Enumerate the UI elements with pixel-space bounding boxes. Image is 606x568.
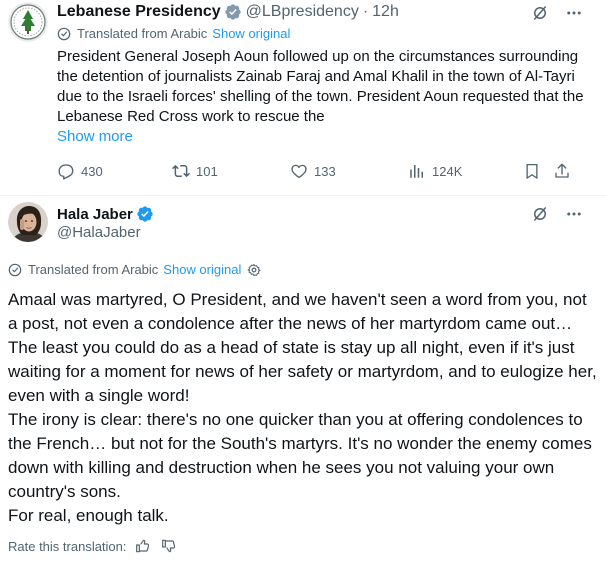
thumbs-down-icon[interactable] xyxy=(161,538,177,554)
user-handle[interactable]: @HalaJaber xyxy=(57,224,141,241)
share-button[interactable] xyxy=(553,160,577,182)
translation-notice: Translated from Arabic Show original xyxy=(57,26,290,41)
user-handle[interactable]: @LBpresidency xyxy=(246,3,359,21)
share-icon xyxy=(555,163,569,178)
translate-icon xyxy=(57,27,71,40)
more-icon[interactable] xyxy=(564,204,584,224)
more-icon[interactable] xyxy=(564,3,584,23)
repost-count: 101 xyxy=(196,163,218,179)
profile-photo-icon xyxy=(8,202,48,242)
translate-icon xyxy=(8,263,22,276)
repost-icon xyxy=(172,164,190,178)
like-icon xyxy=(291,164,307,179)
tweet-hala-jaber[interactable]: Hala Jaber @HalaJaber Translated from Ar… xyxy=(0,196,606,568)
rate-translation: Rate this translation: xyxy=(8,538,177,554)
views-icon xyxy=(410,165,423,178)
show-more-link[interactable]: Show more xyxy=(57,128,133,145)
tweet-paragraph: Amaal was martyred, O President, and we … xyxy=(8,290,597,405)
bookmark-icon xyxy=(526,163,538,179)
gear-icon[interactable] xyxy=(247,263,261,277)
tweet-header: Hala Jaber xyxy=(57,205,154,223)
tweet-top-actions xyxy=(530,204,584,224)
translation-notice: Translated from Arabic Show original xyxy=(8,262,261,277)
tweet-lebanese-presidency[interactable]: Lebanese Presidency @LBpresidency · 12h xyxy=(0,0,606,196)
display-name[interactable]: Hala Jaber xyxy=(57,206,133,223)
separator: · xyxy=(362,3,369,20)
rate-label: Rate this translation: xyxy=(8,538,127,554)
views-button[interactable]: 124K xyxy=(408,160,462,182)
translated-label: Translated from Arabic xyxy=(28,262,159,277)
show-original-link[interactable]: Show original xyxy=(163,262,241,277)
view-count: 124K xyxy=(432,163,463,179)
tweet-body: Amaal was martyred, O President, and we … xyxy=(8,288,598,528)
like-button[interactable]: 133 xyxy=(290,160,336,182)
tweet-paragraph: For real, enough talk. xyxy=(8,506,169,525)
reply-button[interactable]: 430 xyxy=(57,160,103,182)
repost-button[interactable]: 101 xyxy=(172,160,218,182)
timestamp[interactable]: 12h xyxy=(372,3,399,21)
reply-count: 430 xyxy=(81,163,103,179)
lebanese-presidency-seal-icon xyxy=(8,2,48,42)
translated-label: Translated from Arabic xyxy=(77,26,208,41)
show-original-link[interactable]: Show original xyxy=(212,26,290,41)
avatar[interactable] xyxy=(8,202,48,242)
thumbs-up-icon[interactable] xyxy=(135,538,151,554)
tweet-header: Lebanese Presidency @LBpresidency · 12h xyxy=(57,2,399,22)
reply-icon xyxy=(58,164,74,180)
blue-verified-badge-icon xyxy=(136,205,154,223)
display-name[interactable]: Lebanese Presidency xyxy=(57,3,221,21)
grok-icon[interactable] xyxy=(530,204,550,224)
avatar[interactable] xyxy=(8,2,48,42)
tweet-body: President General Joseph Aoun followed u… xyxy=(57,48,584,125)
tweet-paragraph: The irony is clear: there's no one quick… xyxy=(8,410,592,501)
tweet-actions: 430 101 133 124K xyxy=(57,160,577,182)
gray-verified-badge-icon xyxy=(224,3,242,21)
bookmark-button[interactable] xyxy=(523,160,547,182)
grok-icon[interactable] xyxy=(530,3,550,23)
like-count: 133 xyxy=(314,163,336,179)
tweet-top-actions xyxy=(530,3,584,23)
